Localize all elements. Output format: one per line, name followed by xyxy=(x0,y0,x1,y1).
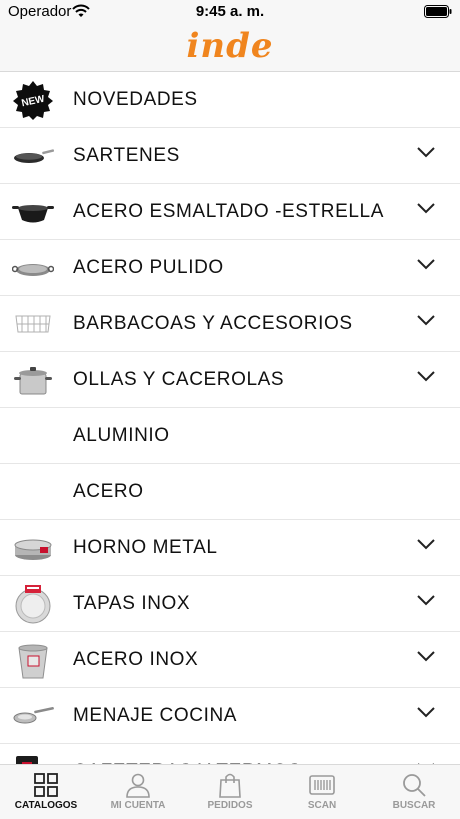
list-item-label: MENAJE COCINA xyxy=(73,705,238,726)
tab-label: PEDIDOS xyxy=(207,800,253,811)
list-item[interactable]: MENAJE COCINA xyxy=(0,688,460,744)
frying-pan-icon xyxy=(12,136,55,176)
list-item-label: ACERO xyxy=(73,481,144,502)
tab-label: SCAN xyxy=(307,800,337,811)
enamel-pan-icon xyxy=(12,192,54,232)
list-item[interactable]: ACERO ESMALTADO -ESTRELLA xyxy=(0,184,460,240)
list-item-label: TAPAS INOX xyxy=(73,593,191,614)
list-item[interactable]: ACERO PULIDO xyxy=(0,240,460,296)
list-item-label: ALUMINIO xyxy=(73,425,170,446)
new-badge-icon: NEW xyxy=(12,80,54,120)
chevron-down-icon[interactable] xyxy=(416,369,436,383)
grill-icon xyxy=(12,304,54,344)
list-item[interactable]: CAFETERAS Y TERMOS xyxy=(0,744,460,764)
coffee-maker-icon xyxy=(12,752,54,764)
list-item-label: ACERO INOX xyxy=(73,649,199,670)
list-item-label: ACERO PULIDO xyxy=(73,257,224,278)
app-header: inde xyxy=(0,24,460,72)
chevron-down-icon[interactable] xyxy=(416,201,436,215)
list-item[interactable]: ACERO INOX xyxy=(0,632,460,688)
status-bar: Operador 9:45 a. m. xyxy=(0,0,460,24)
list-item[interactable]: NEW NOVEDADES xyxy=(0,72,460,128)
tab-label: CATALOGOS xyxy=(14,800,78,811)
list-item-label: OLLAS Y CACEROLAS xyxy=(73,369,285,390)
chevron-down-icon[interactable] xyxy=(416,537,436,551)
cake-mold-icon xyxy=(12,528,54,568)
paella-pan-icon xyxy=(11,248,55,288)
chevron-down-icon[interactable] xyxy=(416,705,436,719)
lid-icon xyxy=(12,584,54,624)
battery-icon xyxy=(424,5,452,18)
tab-label: BUSCAR xyxy=(392,800,436,811)
list-item-label: BARBACOAS Y ACCESORIOS xyxy=(73,313,353,334)
chevron-down-icon[interactable] xyxy=(416,593,436,607)
status-time: 9:45 a. m. xyxy=(195,3,265,20)
list-item[interactable]: ACERO xyxy=(0,464,460,520)
tab-label: MI CUENTA xyxy=(110,800,166,811)
tab-scan[interactable]: SCAN xyxy=(276,765,368,819)
tab-pedidos[interactable]: PEDIDOS xyxy=(184,765,276,819)
pot-icon xyxy=(12,360,54,400)
list-item-label: ACERO ESMALTADO -ESTRELLA xyxy=(73,201,384,222)
list-item-label: HORNO METAL xyxy=(73,537,218,558)
tab-catalogos[interactable]: CATALOGOS xyxy=(0,765,92,819)
list-item[interactable]: ALUMINIO xyxy=(0,408,460,464)
tab-mi-cuenta[interactable]: MI CUENTA xyxy=(92,765,184,819)
list-item-label: SARTENES xyxy=(73,145,180,166)
list-item[interactable]: BARBACOAS Y ACCESORIOS xyxy=(0,296,460,352)
list-item[interactable]: TAPAS INOX xyxy=(0,576,460,632)
chevron-down-icon[interactable] xyxy=(416,257,436,271)
bucket-icon xyxy=(12,640,54,680)
list-item[interactable]: HORNO METAL xyxy=(0,520,460,576)
tab-buscar[interactable]: BUSCAR xyxy=(368,765,460,819)
chevron-down-icon[interactable] xyxy=(416,145,436,159)
brand-logo: inde xyxy=(186,26,274,66)
chevron-down-icon[interactable] xyxy=(416,313,436,327)
list-item-label: NOVEDADES xyxy=(73,89,198,110)
skimmer-icon xyxy=(12,696,54,736)
list-item[interactable]: OLLAS Y CACEROLAS xyxy=(0,352,460,408)
category-list[interactable]: NEW NOVEDADES SARTENES ACERO ESMALTADO -EST… xyxy=(0,72,460,764)
list-item[interactable]: SARTENES xyxy=(0,128,460,184)
tab-bar: CATALOGOS MI CUENTA PEDIDOS SCAN BUSCAR xyxy=(0,764,460,819)
chevron-down-icon[interactable] xyxy=(416,649,436,663)
